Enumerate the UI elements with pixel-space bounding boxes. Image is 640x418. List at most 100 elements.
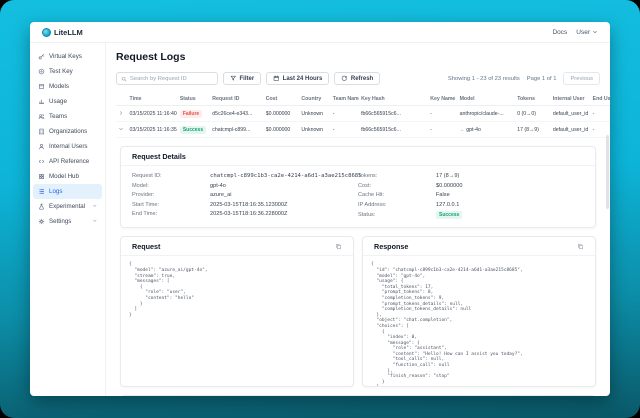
sidebar-item-api-reference[interactable]: API Reference (33, 154, 102, 169)
main-content: Request Logs Filter Last 24 Hours (106, 43, 610, 396)
response-panel: Response { "id": "chatcmpl-c899c1b3-ca2e… (362, 236, 596, 387)
pagination: Showing 1 - 23 of 23 results Page 1 of 1… (448, 72, 600, 85)
copy-request-button[interactable] (335, 243, 342, 250)
toolbar: Filter Last 24 Hours Refresh Showing 1 -… (116, 72, 600, 85)
chevron-down-icon (92, 218, 98, 226)
response-panel-title: Response (374, 242, 408, 251)
table-row[interactable]: 03/15/2025 11:16:35 AM Success chatcmpl-… (116, 122, 610, 138)
detail-field: Model: gpt-4o (132, 183, 358, 189)
calendar-icon (273, 75, 280, 82)
cell-internal-user: default_user_id (551, 106, 591, 122)
col-team-name: Team Name (331, 93, 359, 106)
expand-row-button[interactable] (116, 106, 128, 122)
detail-field: IP Address: 127.0.0.1 (358, 202, 584, 208)
col-status: Status (178, 93, 210, 106)
cell-team-name: - (331, 122, 359, 138)
detail-field: Cost: $0.000000 (358, 183, 584, 189)
test-key-icon (38, 68, 45, 75)
sidebar-item-label: Experimental (49, 203, 85, 210)
expanded-log-detail: Request Details Request ID: chatcmpl-c89… (116, 138, 600, 396)
sidebar-item-logs[interactable]: Logs (33, 184, 102, 199)
cell-key-hash: fb66c565915c6... (359, 106, 428, 122)
sidebar-item-test-key[interactable]: Test Key (33, 64, 102, 79)
cell-tokens: 17 (8→9) (515, 122, 551, 138)
cell-key-name: - (428, 106, 457, 122)
detail-field-status: Status: Success (358, 211, 584, 219)
details-left-column: Request ID: chatcmpl-c899c1b3-ca2e-4214-… (132, 173, 358, 219)
col-key-hash: Key Hash (359, 93, 428, 106)
page-title: Request Logs (116, 51, 600, 63)
sidebar-item-virtual-keys[interactable]: Virtual Keys (33, 49, 102, 64)
chevron-down-icon (92, 203, 98, 211)
col-cost: Cost (264, 93, 300, 106)
request-response-panels: Request { "model": "azure_ai/gpt-4o", "s… (120, 236, 596, 387)
cell-status: Failure (178, 106, 210, 122)
page-info: Page 1 of 1 (527, 76, 557, 82)
col-internal-user: Internal User (551, 93, 591, 106)
request-details-title: Request Details (121, 147, 595, 166)
sidebar-item-models[interactable]: Models (33, 79, 102, 94)
sidebar-item-usage[interactable]: Usage (33, 94, 102, 109)
chevron-down-icon (592, 29, 598, 35)
refresh-button[interactable]: Refresh (334, 72, 380, 85)
refresh-icon (341, 75, 348, 82)
user-menu-label: User (576, 29, 590, 36)
search-box (116, 72, 218, 85)
results-summary: Showing 1 - 23 of 23 results (448, 76, 520, 82)
sidebar-item-internal-users[interactable]: Internal Users (33, 139, 102, 154)
time-range-button[interactable]: Last 24 Hours (266, 72, 329, 85)
model-route-icon: ← (460, 127, 465, 133)
cell-model: ← gpt-4o (458, 122, 516, 138)
sidebar-item-experimental[interactable]: Experimental (33, 199, 102, 214)
docs-link[interactable]: Docs (552, 29, 567, 36)
sidebar-item-label: Logs (49, 188, 62, 195)
litellm-logo-icon (42, 28, 51, 37)
previous-page-button[interactable]: Previous (563, 72, 600, 85)
cell-cost: $0.000000 (264, 106, 300, 122)
sidebar-item-organizations[interactable]: Organizations (33, 124, 102, 139)
request-details-card: Request Details Request ID: chatcmpl-c89… (120, 146, 596, 228)
refresh-button-label: Refresh (351, 76, 373, 82)
sidebar-item-teams[interactable]: Teams (33, 109, 102, 124)
sidebar-item-label: Test Key (49, 68, 73, 75)
metadata-card: Metadata (120, 395, 596, 396)
key-icon (38, 53, 45, 60)
cell-country: Unknown (299, 122, 330, 138)
cell-tokens: 0 (0→0) (515, 106, 551, 122)
sidebar-item-settings[interactable]: Settings (33, 214, 102, 229)
building-icon (38, 128, 45, 135)
user-menu[interactable]: User (576, 29, 598, 36)
search-input[interactable] (130, 76, 213, 82)
vertical-scrollbar[interactable] (606, 135, 609, 209)
request-panel-title: Request (132, 242, 160, 251)
table-row[interactable]: 03/15/2025 11:16:40 AM Failure d5c26ce4-… (116, 106, 610, 122)
list-icon (38, 188, 45, 195)
cell-model: anthropic/claude-... (458, 106, 516, 122)
sidebar-item-model-hub[interactable]: Model Hub (33, 169, 102, 184)
col-country: Country (299, 93, 330, 106)
col-expander (116, 93, 128, 106)
detail-field: Start Time: 2025-03-15T18:16:35.123000Z (132, 202, 358, 208)
cell-status: Success (178, 122, 210, 138)
col-key-name: Key Name (428, 93, 457, 106)
gear-icon (38, 218, 45, 225)
flask-icon (38, 203, 45, 210)
copy-response-button[interactable] (577, 243, 584, 250)
col-end-user: End User (591, 93, 610, 106)
sidebar-item-label: Model Hub (49, 173, 79, 180)
litellm-app-window: LiteLLM Docs User Virtual Keys Test Key (30, 22, 610, 396)
sidebar-item-label: Models (49, 83, 69, 90)
bar-chart-icon (38, 98, 45, 105)
teams-icon (38, 113, 45, 120)
cell-cost: $0.000000 (264, 122, 300, 138)
request-panel: Request { "model": "azure_ai/gpt-4o", "s… (120, 236, 354, 387)
cell-key-hash: fb66c565915c6... (359, 122, 428, 138)
funnel-icon (230, 75, 237, 82)
sidebar-item-label: Usage (49, 98, 67, 105)
detail-field: Tokens: 17 (8→9) (358, 173, 584, 179)
collapse-row-button[interactable] (116, 122, 128, 138)
table-header-row: Time Status Request ID Cost Country Team… (116, 93, 610, 106)
top-bar: LiteLLM Docs User (30, 22, 610, 43)
filter-button[interactable]: Filter (223, 72, 261, 85)
col-time: Time (128, 93, 178, 106)
